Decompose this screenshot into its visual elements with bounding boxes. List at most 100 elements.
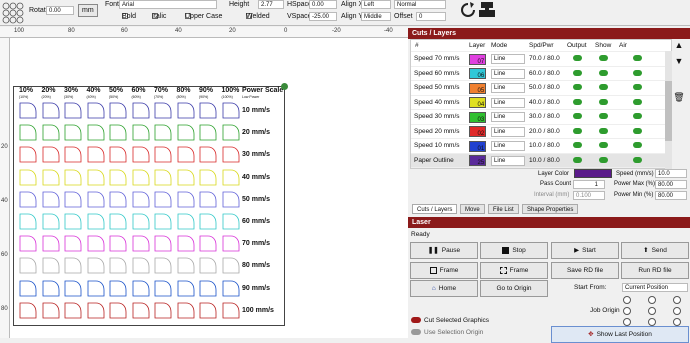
air-toggle[interactable] xyxy=(633,84,642,90)
origin-radio-bl[interactable] xyxy=(623,318,631,326)
test-shape[interactable] xyxy=(222,102,240,119)
test-shape[interactable] xyxy=(177,302,195,319)
test-shape[interactable] xyxy=(19,169,37,186)
output-toggle[interactable] xyxy=(573,127,582,134)
test-shape[interactable] xyxy=(222,146,240,163)
test-shape[interactable] xyxy=(132,124,150,141)
test-shape[interactable] xyxy=(109,235,127,252)
test-shape[interactable] xyxy=(109,280,127,297)
test-shape[interactable] xyxy=(64,124,82,141)
output-toggle[interactable] xyxy=(573,142,582,148)
test-shape[interactable] xyxy=(199,213,217,230)
test-shape[interactable] xyxy=(64,169,82,186)
test-shape[interactable] xyxy=(222,257,240,274)
hspace-input[interactable]: 0.00 xyxy=(309,0,337,9)
test-shape[interactable] xyxy=(42,235,60,252)
test-shape[interactable] xyxy=(199,124,217,141)
test-shape[interactable] xyxy=(42,213,60,230)
height-input[interactable]: 2.77 xyxy=(258,0,284,9)
layer-row[interactable]: Speed 40 mm/s 04 Line 40.0 / 80.0 xyxy=(411,96,671,110)
test-shape[interactable] xyxy=(64,280,82,297)
run-rd-button[interactable]: Run RD file xyxy=(621,262,689,279)
layer-swatch[interactable]: 01 xyxy=(469,140,486,152)
show-toggle[interactable] xyxy=(599,156,608,163)
test-shape[interactable] xyxy=(42,302,60,319)
test-shape[interactable] xyxy=(19,213,37,230)
test-shape[interactable] xyxy=(87,124,105,141)
test-shape[interactable] xyxy=(199,102,217,119)
test-shape[interactable] xyxy=(19,102,37,119)
test-shape[interactable] xyxy=(132,191,150,208)
layer-color-swatch[interactable] xyxy=(574,169,612,178)
output-toggle[interactable] xyxy=(573,69,582,76)
speed-input[interactable]: 10.0 xyxy=(655,169,687,178)
mode-select[interactable]: Line xyxy=(491,126,525,137)
test-shape[interactable] xyxy=(19,146,37,163)
alignx-select[interactable]: Left xyxy=(361,0,391,9)
test-shape[interactable] xyxy=(132,169,150,186)
show-toggle[interactable] xyxy=(599,84,608,90)
mode-select[interactable]: Line xyxy=(491,141,525,151)
origin-radio-tc[interactable] xyxy=(648,296,656,304)
output-toggle[interactable] xyxy=(573,156,582,163)
test-shape[interactable] xyxy=(132,302,150,319)
test-shape[interactable] xyxy=(87,102,105,119)
test-shape[interactable] xyxy=(199,146,217,163)
test-shape[interactable] xyxy=(222,124,240,141)
vspace-input[interactable]: -25.00 xyxy=(309,12,337,21)
test-shape[interactable] xyxy=(177,102,195,119)
test-shape[interactable] xyxy=(154,169,172,186)
test-shape[interactable] xyxy=(154,124,172,141)
interval-input[interactable]: 0.100 xyxy=(573,191,605,200)
test-shape[interactable] xyxy=(87,191,105,208)
aligny-select[interactable]: Middle xyxy=(361,12,391,21)
air-toggle[interactable] xyxy=(633,113,642,119)
origin-radio-br[interactable] xyxy=(673,318,681,326)
mode-select[interactable]: Line xyxy=(491,83,525,93)
tab-cuts-layers[interactable]: Cuts / Layers xyxy=(412,204,458,214)
rubber-band-frame-button[interactable]: Frame xyxy=(480,262,548,279)
show-toggle[interactable] xyxy=(599,69,608,76)
test-shape[interactable] xyxy=(132,213,150,230)
test-shape[interactable] xyxy=(19,257,37,274)
air-toggle[interactable] xyxy=(633,127,642,134)
test-shape[interactable] xyxy=(87,280,105,297)
test-shape[interactable] xyxy=(154,302,172,319)
layer-swatch[interactable]: 03 xyxy=(469,111,486,123)
test-shape[interactable] xyxy=(222,191,240,208)
send-button[interactable]: ⬆ Send xyxy=(621,242,689,259)
pmax-input[interactable]: 80.00 xyxy=(655,180,687,189)
test-shape[interactable] xyxy=(109,302,127,319)
test-shape[interactable] xyxy=(64,257,82,274)
test-shape[interactable] xyxy=(199,191,217,208)
arrow-down-icon[interactable]: ▼ xyxy=(670,56,688,70)
layer-swatch[interactable]: 04 xyxy=(469,97,486,108)
rotate-input[interactable]: 0.00 xyxy=(46,6,74,15)
stop-button[interactable]: Stop xyxy=(480,242,548,259)
origin-radio-mc[interactable] xyxy=(648,307,656,315)
test-shape[interactable] xyxy=(177,213,195,230)
pmin-input[interactable]: 80.00 xyxy=(655,191,687,200)
test-shape[interactable] xyxy=(222,213,240,230)
layer-swatch[interactable]: 06 xyxy=(469,68,486,79)
test-shape[interactable] xyxy=(87,169,105,186)
air-toggle[interactable] xyxy=(633,142,642,148)
test-shape[interactable] xyxy=(177,169,195,186)
test-shape[interactable] xyxy=(222,280,240,297)
test-shape[interactable] xyxy=(222,302,240,319)
layer-row[interactable]: Paper Outline 25 Line 10.0 / 80.0 xyxy=(411,153,671,168)
layer-row[interactable]: Speed 30 mm/s 03 Line 30.0 / 80.0 xyxy=(411,110,671,125)
origin-radio-bc[interactable] xyxy=(648,318,656,326)
selection-handle[interactable] xyxy=(281,83,288,90)
test-shape[interactable] xyxy=(87,213,105,230)
test-shape[interactable] xyxy=(42,191,60,208)
test-shape[interactable] xyxy=(42,169,60,186)
test-shape[interactable] xyxy=(19,235,37,252)
test-shape[interactable] xyxy=(64,146,82,163)
test-shape[interactable] xyxy=(109,213,127,230)
test-shape[interactable] xyxy=(177,280,195,297)
offset-input[interactable]: 0 xyxy=(416,12,446,21)
test-shape[interactable] xyxy=(109,257,127,274)
test-shape[interactable] xyxy=(19,124,37,141)
air-toggle[interactable] xyxy=(633,69,642,76)
